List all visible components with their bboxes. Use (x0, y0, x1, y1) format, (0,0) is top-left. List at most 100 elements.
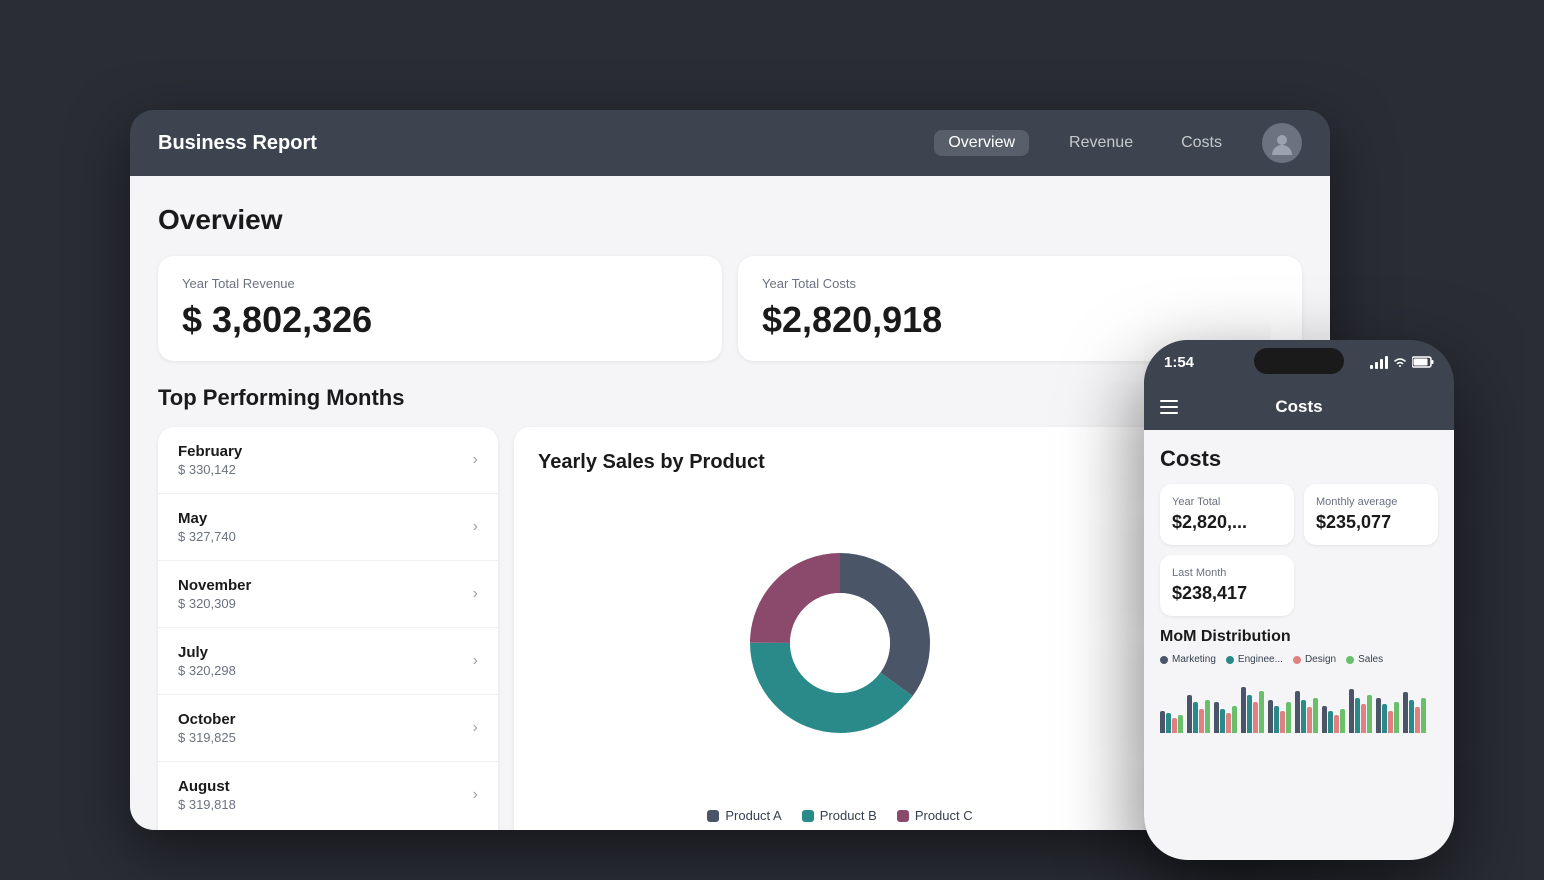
month-name-july: July (178, 644, 236, 661)
kpi-revenue-value: $ 3,802,326 (182, 299, 698, 341)
yearly-sales-chart-card: Yearly Sales by Product Product A (514, 427, 1166, 830)
mini-bar (1253, 702, 1258, 733)
top-months-title: Top Performing Months (158, 385, 1302, 411)
mini-bar (1187, 695, 1192, 734)
phone-kpi-grid: Year Total $2,820,... Monthly average $2… (1160, 484, 1438, 616)
legend-dot-product-a (707, 810, 719, 822)
tab-revenue[interactable]: Revenue (1061, 130, 1141, 156)
month-name-november: November (178, 577, 251, 594)
mini-bar (1301, 700, 1306, 733)
month-list-card: February $ 330,142 › May $ 327,740 › Nov… (158, 427, 498, 830)
phone-device: 1:54 (1144, 340, 1454, 860)
month-item-july[interactable]: July $ 320,298 › (158, 628, 498, 695)
tab-navigation: Overview Revenue Costs (934, 130, 1230, 156)
phone-body: Costs Year Total $2,820,... Monthly aver… (1144, 430, 1454, 860)
month-value-february: $ 330,142 (178, 462, 242, 477)
signal-icon (1370, 356, 1388, 369)
kpi-costs-label: Year Total Costs (762, 276, 1278, 291)
mini-bar (1415, 707, 1420, 733)
mini-bar (1193, 702, 1198, 733)
phone-kpi-year-label: Year Total (1172, 496, 1282, 508)
legend-dot-marketing (1160, 656, 1168, 664)
mini-bar (1160, 711, 1165, 733)
legend-label-marketing: Marketing (1172, 654, 1216, 665)
avatar[interactable] (1262, 123, 1302, 163)
mini-bar (1205, 700, 1210, 733)
legend-dot-product-c (897, 810, 909, 822)
mini-bar (1280, 711, 1285, 733)
bar-group (1268, 700, 1291, 733)
bar-group (1241, 687, 1264, 733)
phone-header-title: Costs (1275, 397, 1322, 417)
chevron-icon-november: › (473, 585, 478, 603)
tab-costs[interactable]: Costs (1173, 130, 1230, 156)
bar-group (1214, 702, 1237, 733)
bar-group (1187, 695, 1210, 734)
legend-sales: Sales (1346, 654, 1383, 665)
donut-chart (740, 543, 940, 743)
month-item-october[interactable]: October $ 319,825 › (158, 695, 498, 762)
phone-kpi-lastmonth-label: Last Month (1172, 567, 1282, 579)
legend-product-a: Product A (707, 808, 781, 823)
tablet-header: Business Report Overview Revenue Costs (130, 110, 1330, 176)
phone-section-title: Costs (1160, 446, 1438, 472)
month-name-october: October (178, 711, 236, 728)
mini-bar (1226, 713, 1231, 733)
mini-bar (1268, 700, 1273, 733)
phone-kpi-year-value: $2,820,... (1172, 512, 1282, 533)
mini-bar (1178, 715, 1183, 733)
mini-bar (1367, 695, 1372, 734)
mini-bar (1274, 706, 1279, 734)
legend-design: Design (1293, 654, 1336, 665)
mini-bar (1382, 704, 1387, 733)
yearly-sales-title: Yearly Sales by Product (538, 451, 1142, 474)
bar-group (1403, 692, 1426, 733)
legend-label-engineering: Enginee... (1238, 654, 1283, 665)
month-value-november: $ 320,309 (178, 596, 251, 611)
bar3 (1380, 359, 1383, 369)
legend-product-c: Product C (897, 808, 973, 823)
mini-bar (1220, 709, 1225, 733)
mini-bar (1361, 704, 1366, 733)
bar-group (1349, 689, 1372, 733)
phone-statusbar: 1:54 (1144, 340, 1454, 384)
mini-bar (1394, 702, 1399, 733)
month-item-august[interactable]: August $ 319,818 › (158, 762, 498, 828)
month-item-february[interactable]: February $ 330,142 › (158, 427, 498, 494)
tab-overview[interactable]: Overview (934, 130, 1029, 156)
ham-line-3 (1160, 412, 1178, 414)
bar2 (1375, 362, 1378, 369)
mini-bar (1172, 718, 1177, 733)
mini-bar (1376, 698, 1381, 733)
month-value-august: $ 319,818 (178, 797, 236, 812)
legend-label-product-c: Product C (915, 808, 973, 823)
mini-bar (1340, 709, 1345, 733)
hamburger-icon[interactable] (1160, 400, 1178, 414)
month-value-may: $ 327,740 (178, 529, 236, 544)
phone-kpi-lastmonth-value: $238,417 (1172, 583, 1282, 604)
phone-kpi-year-total: Year Total $2,820,... (1160, 484, 1294, 545)
legend-dot-engineering (1226, 656, 1234, 664)
month-item-november[interactable]: November $ 320,309 › (158, 561, 498, 628)
mini-bar (1328, 711, 1333, 733)
mini-bar (1214, 702, 1219, 733)
legend-marketing: Marketing (1160, 654, 1216, 665)
ham-line-2 (1160, 406, 1178, 408)
kpi-revenue-label: Year Total Revenue (182, 276, 698, 291)
kpi-revenue: Year Total Revenue $ 3,802,326 (158, 256, 722, 361)
bar-group (1322, 706, 1345, 734)
phone-kpi-last-month: Last Month $238,417 (1160, 555, 1294, 616)
month-name-august: August (178, 778, 236, 795)
month-item-may[interactable]: May $ 327,740 › (158, 494, 498, 561)
mini-bar (1313, 698, 1318, 733)
mini-bar (1259, 691, 1264, 733)
bar-group (1160, 711, 1183, 733)
phone-notch (1254, 348, 1344, 374)
bar-group (1295, 691, 1318, 733)
month-value-october: $ 319,825 (178, 730, 236, 745)
mini-bar (1241, 687, 1246, 733)
mini-bar (1286, 702, 1291, 733)
chevron-icon-july: › (473, 652, 478, 670)
mini-bar (1232, 706, 1237, 734)
phone-time: 1:54 (1164, 354, 1194, 371)
